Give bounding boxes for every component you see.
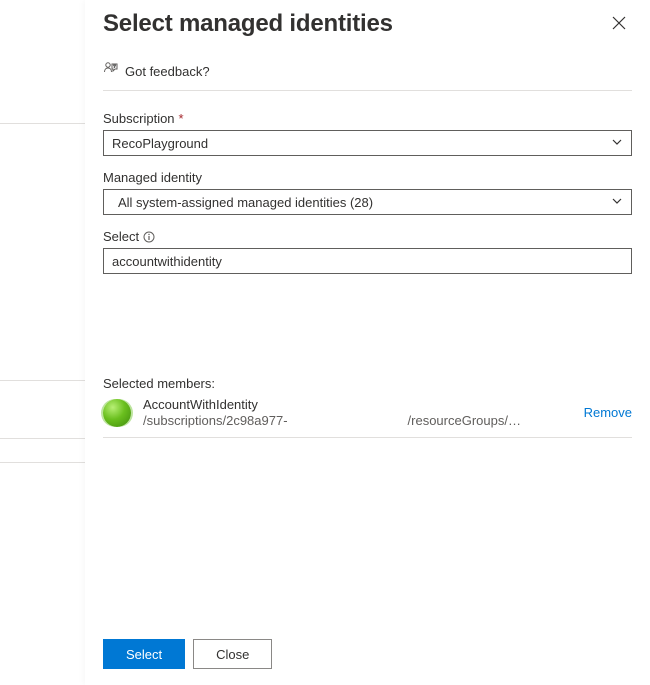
select-managed-identities-panel: Select managed identities ? Got feedback…: [85, 0, 650, 685]
subscription-label-text: Subscription: [103, 111, 175, 126]
identity-sphere-icon: [103, 399, 131, 427]
managed-identity-dropdown[interactable]: All system-assigned managed identities (…: [103, 189, 632, 215]
subscription-value: RecoPlayground: [112, 136, 208, 151]
feedback-link[interactable]: ? Got feedback?: [103, 61, 632, 91]
member-text-block: AccountWithIdentity /subscriptions/2c98a…: [143, 397, 578, 430]
member-path-prefix: /subscriptions/2c98a977-: [143, 413, 288, 429]
chevron-down-icon: [611, 136, 623, 151]
selected-member-row: AccountWithIdentity /subscriptions/2c98a…: [103, 397, 632, 430]
background-separator-lines: [0, 0, 85, 685]
info-icon[interactable]: [143, 231, 155, 243]
panel-title: Select managed identities: [103, 10, 393, 38]
selected-members-section: Selected members: AccountWithIdentity /s…: [103, 376, 632, 439]
footer-actions: Select Close: [103, 625, 632, 685]
subscription-dropdown[interactable]: RecoPlayground: [103, 130, 632, 156]
subscription-field-group: Subscription * RecoPlayground: [103, 111, 632, 156]
feedback-icon: ?: [103, 61, 119, 82]
chevron-down-icon: [611, 195, 623, 210]
member-path-suffix: /resourceGroups/…: [408, 413, 521, 429]
required-star-icon: *: [179, 111, 184, 126]
select-button[interactable]: Select: [103, 639, 185, 669]
subscription-label: Subscription *: [103, 111, 632, 126]
member-path-row: /subscriptions/2c98a977- /resourceGroups…: [143, 413, 578, 429]
results-scroll-region: Selected members: AccountWithIdentity /s…: [103, 274, 632, 625]
close-icon: [612, 16, 626, 33]
member-name: AccountWithIdentity: [143, 397, 578, 413]
managed-identity-value: All system-assigned managed identities (…: [118, 195, 373, 210]
select-label-text: Select: [103, 229, 139, 244]
remove-member-link[interactable]: Remove: [584, 405, 632, 420]
close-panel-button[interactable]: [606, 10, 632, 39]
select-label: Select: [103, 229, 632, 244]
feedback-label: Got feedback?: [125, 64, 210, 79]
managed-identity-label: Managed identity: [103, 170, 632, 185]
panel-header: Select managed identities: [103, 0, 632, 39]
close-button[interactable]: Close: [193, 639, 272, 669]
select-field-group: Select: [103, 229, 632, 274]
select-search-input[interactable]: [103, 248, 632, 274]
selected-members-label: Selected members:: [103, 376, 632, 391]
managed-identity-field-group: Managed identity All system-assigned man…: [103, 170, 632, 215]
